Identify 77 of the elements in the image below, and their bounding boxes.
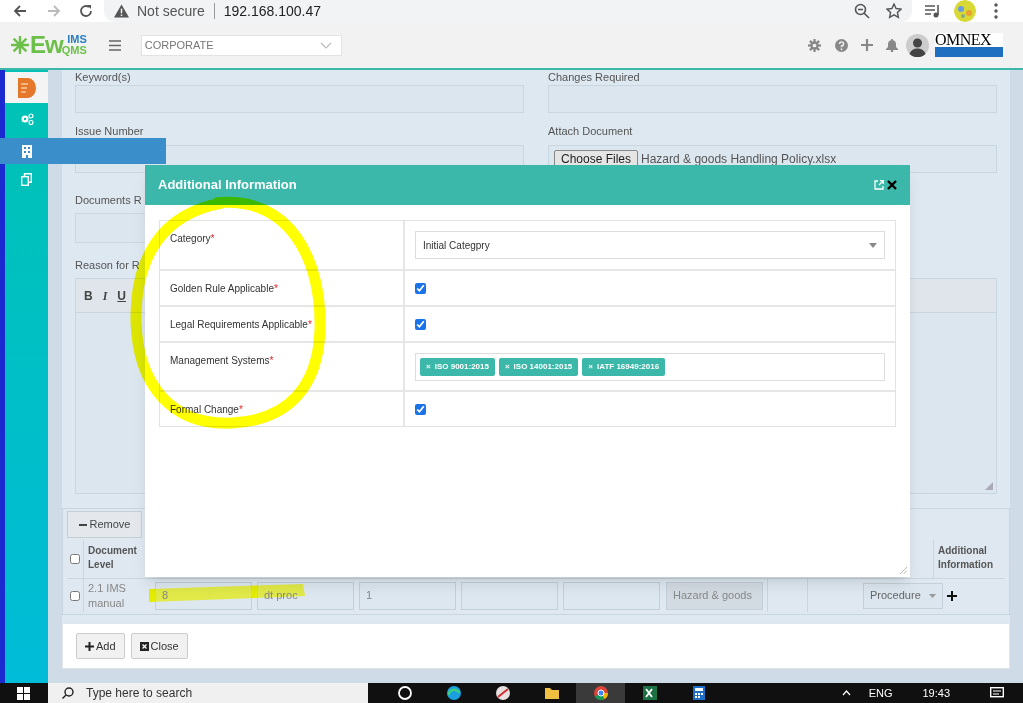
- chevron-up-icon[interactable]: [841, 690, 851, 696]
- column-header: Additional Information: [933, 540, 1005, 578]
- back-icon[interactable]: [12, 3, 28, 19]
- table-cell: 2.1 IMS manual: [83, 579, 150, 612]
- search-icon: [62, 687, 74, 699]
- menu-icon[interactable]: [108, 39, 121, 51]
- zoom-out-icon[interactable]: [854, 3, 870, 19]
- field-label: Reason for R: [75, 259, 141, 272]
- field-label: Golden Rule Applicable*: [160, 271, 405, 305]
- plus-icon: [85, 641, 94, 651]
- copy-icon: [21, 173, 32, 186]
- caret-icon: [929, 593, 936, 598]
- chevron-down-icon: [319, 41, 332, 49]
- warning-icon: [114, 4, 129, 18]
- checkbox[interactable]: [415, 282, 426, 294]
- taskbar-search[interactable]: Type here to search: [48, 683, 368, 703]
- document-icon: [17, 77, 36, 98]
- edge-icon[interactable]: [444, 684, 463, 702]
- field-label: Documents R: [75, 194, 143, 207]
- windows-icon[interactable]: [17, 686, 30, 700]
- app-icon[interactable]: [493, 684, 512, 702]
- select-all-checkbox[interactable]: [70, 554, 80, 564]
- resize-grip-icon[interactable]: [900, 567, 907, 574]
- reload-icon[interactable]: [78, 3, 94, 19]
- category-select[interactable]: Initial Categpry: [415, 231, 885, 259]
- sidebar-item[interactable]: [0, 138, 166, 164]
- add-button[interactable]: Add: [76, 633, 125, 659]
- bell-icon[interactable]: [886, 38, 898, 52]
- help-icon[interactable]: [835, 38, 848, 52]
- notification-icon[interactable]: [990, 687, 1004, 699]
- checkbox[interactable]: [415, 318, 426, 330]
- field-label: Issue Number: [75, 125, 144, 138]
- close-icon: [139, 641, 149, 651]
- url-text: 192.168.100.47: [223, 1, 322, 21]
- caret-icon: [869, 242, 877, 248]
- resize-grip-icon[interactable]: [985, 482, 993, 490]
- field-label: Category*: [160, 221, 405, 269]
- remove-button[interactable]: Remove: [67, 511, 142, 538]
- close-button[interactable]: Close: [130, 633, 188, 659]
- logo-text: IMS: [66, 34, 87, 45]
- chrome-icon[interactable]: [591, 684, 610, 702]
- minus-icon: [78, 523, 87, 526]
- type-select[interactable]: Procedure: [863, 582, 943, 609]
- field-label: Keyword(s): [75, 71, 132, 84]
- field-label: Management Systems*: [160, 343, 405, 390]
- building-icon: [21, 144, 32, 158]
- row-checkbox[interactable]: [70, 590, 80, 601]
- format-button[interactable]: I: [102, 286, 108, 305]
- checkbox[interactable]: [415, 403, 426, 415]
- settings-icon[interactable]: [808, 38, 821, 52]
- modal-title: Additional Information: [158, 176, 298, 195]
- clock-time[interactable]: 19:43: [922, 684, 950, 702]
- logo-bar: [935, 47, 1003, 57]
- profile-avatar-icon[interactable]: [954, 0, 976, 22]
- gears-icon: [19, 112, 34, 125]
- plus-icon[interactable]: [947, 590, 957, 601]
- user-avatar-icon[interactable]: [906, 33, 929, 57]
- sunburst-icon: [10, 35, 30, 55]
- format-button[interactable]: U: [117, 286, 126, 305]
- logo-text: Ew: [30, 33, 63, 57]
- playlist-icon[interactable]: [924, 3, 942, 19]
- file-name: Hazard & goods Handling Policy.xlsx: [641, 151, 837, 168]
- search-circle-icon[interactable]: [395, 684, 414, 702]
- field-label: Changes Required: [548, 71, 641, 84]
- site-select[interactable]: CORPORATE: [140, 34, 342, 56]
- close-icon[interactable]: [887, 180, 897, 190]
- sidebar-item[interactable]: [5, 72, 48, 103]
- field-label: Legal Requirements Applicable*: [160, 307, 405, 341]
- brand-text: OMNEX: [935, 33, 993, 47]
- field-label: Attach Document: [548, 125, 633, 138]
- format-button[interactable]: B: [84, 286, 93, 305]
- spreadsheet-icon[interactable]: [640, 684, 659, 702]
- star-icon[interactable]: [886, 3, 902, 19]
- more-icon[interactable]: [994, 3, 998, 19]
- security-label: Not secure: [137, 1, 205, 21]
- address-bar[interactable]: Not secure 192.168.100.47: [104, 0, 912, 22]
- language-indicator[interactable]: ENG: [868, 684, 893, 702]
